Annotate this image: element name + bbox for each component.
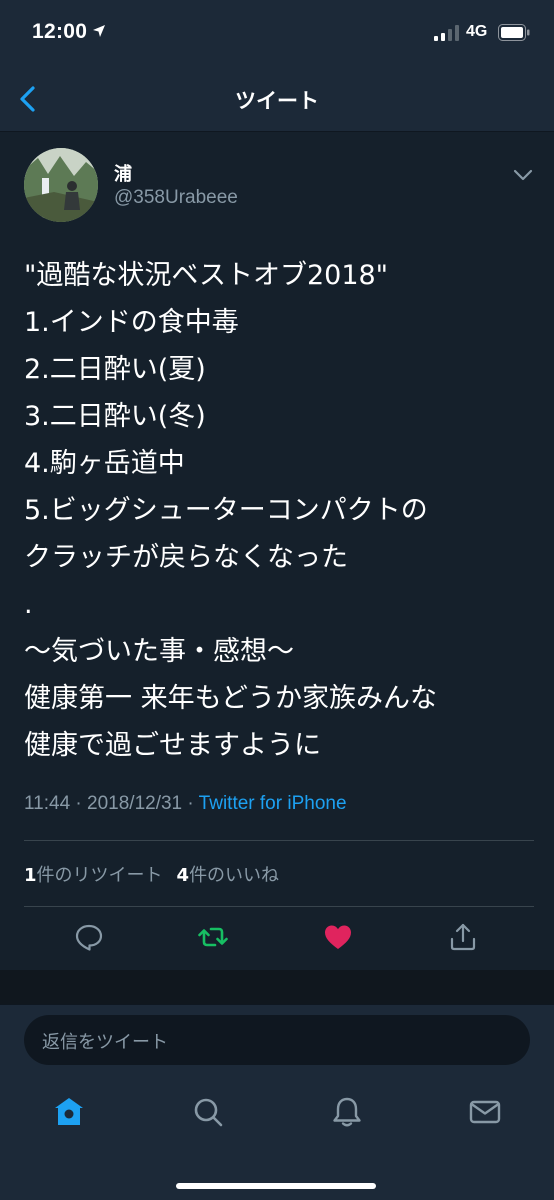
retweet-label: 件のリツイート: [36, 865, 163, 886]
like-count: 4: [176, 865, 190, 886]
battery-icon: [498, 24, 530, 41]
tweet-text-line: 2.二日酔い(夏): [24, 354, 206, 385]
navigation-bar: ツイート: [0, 66, 554, 132]
tweet-date: 2018/12/31: [87, 793, 183, 814]
author-name[interactable]: 浦: [114, 160, 132, 186]
tweet-text-line: 3.二日酔い(冬): [24, 401, 206, 432]
avatar[interactable]: [24, 148, 98, 222]
envelope-icon[interactable]: [468, 1095, 502, 1129]
like-label: 件のいいね: [189, 865, 280, 886]
tweet-text-line: 〜気づいた事・感想〜: [24, 636, 294, 667]
like-stat[interactable]: 4件のいいね: [177, 865, 280, 886]
tweet-text-line: 健康第一 来年もどうか家族みんな: [24, 683, 438, 714]
tweet-text-line: 1.インドの食中毒: [24, 307, 239, 338]
tweet-timestamp: 11:44 · 2018/12/31 · Twitter for iPhone: [24, 793, 347, 815]
reply-button[interactable]: [74, 922, 104, 952]
tweet-text-line: 5.ビッグシューターコンパクトの: [24, 495, 428, 526]
retweet-stat[interactable]: 1件のリツイート: [24, 865, 163, 886]
chevron-down-icon[interactable]: [512, 168, 534, 182]
signal-bars-icon: [434, 25, 459, 41]
tweet-source-link[interactable]: Twitter for iPhone: [199, 793, 347, 814]
tweet-text-line: クラッチが戻らなくなった: [24, 542, 348, 573]
location-arrow-icon: [93, 25, 105, 37]
tweet-text-line: .: [24, 589, 33, 620]
tweet-text-line: "過酷な状況ベストオブ2018": [24, 260, 389, 291]
reply-placeholder: 返信をツイート: [42, 1032, 168, 1053]
status-bar: 12:00 4G: [0, 0, 554, 66]
home-indicator[interactable]: [176, 1183, 376, 1189]
home-icon[interactable]: [52, 1095, 86, 1129]
retweet-count: 1: [24, 865, 37, 886]
network-type-label: 4G: [466, 23, 488, 40]
page-title: ツイート: [235, 89, 319, 113]
section-separator: [0, 970, 554, 1004]
divider: [24, 840, 534, 841]
search-icon[interactable]: [191, 1095, 225, 1129]
reply-input[interactable]: 返信をツイート: [24, 1015, 530, 1065]
author-handle[interactable]: @358Urabeee: [114, 187, 238, 209]
like-button[interactable]: [323, 922, 353, 952]
tweet-text-line: 4.駒ヶ岳道中: [24, 448, 185, 479]
bell-icon[interactable]: [330, 1095, 364, 1129]
tweet-text: "過酷な状況ベストオブ2018" 1.インドの食中毒 2.二日酔い(夏) 3.二…: [24, 252, 534, 769]
retweet-button[interactable]: [198, 922, 228, 952]
status-time: 12:00: [32, 20, 88, 43]
tweet-stats: 1件のリツイート 4件のいいね: [24, 861, 279, 887]
tweet-text-line: 健康で過ごせますように: [24, 730, 321, 761]
meta-separator: ·: [75, 793, 82, 814]
avatar-image: [24, 148, 98, 222]
tweet-time: 11:44: [24, 793, 71, 814]
meta-separator: ·: [187, 793, 194, 814]
divider: [24, 906, 534, 907]
share-button[interactable]: [448, 922, 478, 952]
